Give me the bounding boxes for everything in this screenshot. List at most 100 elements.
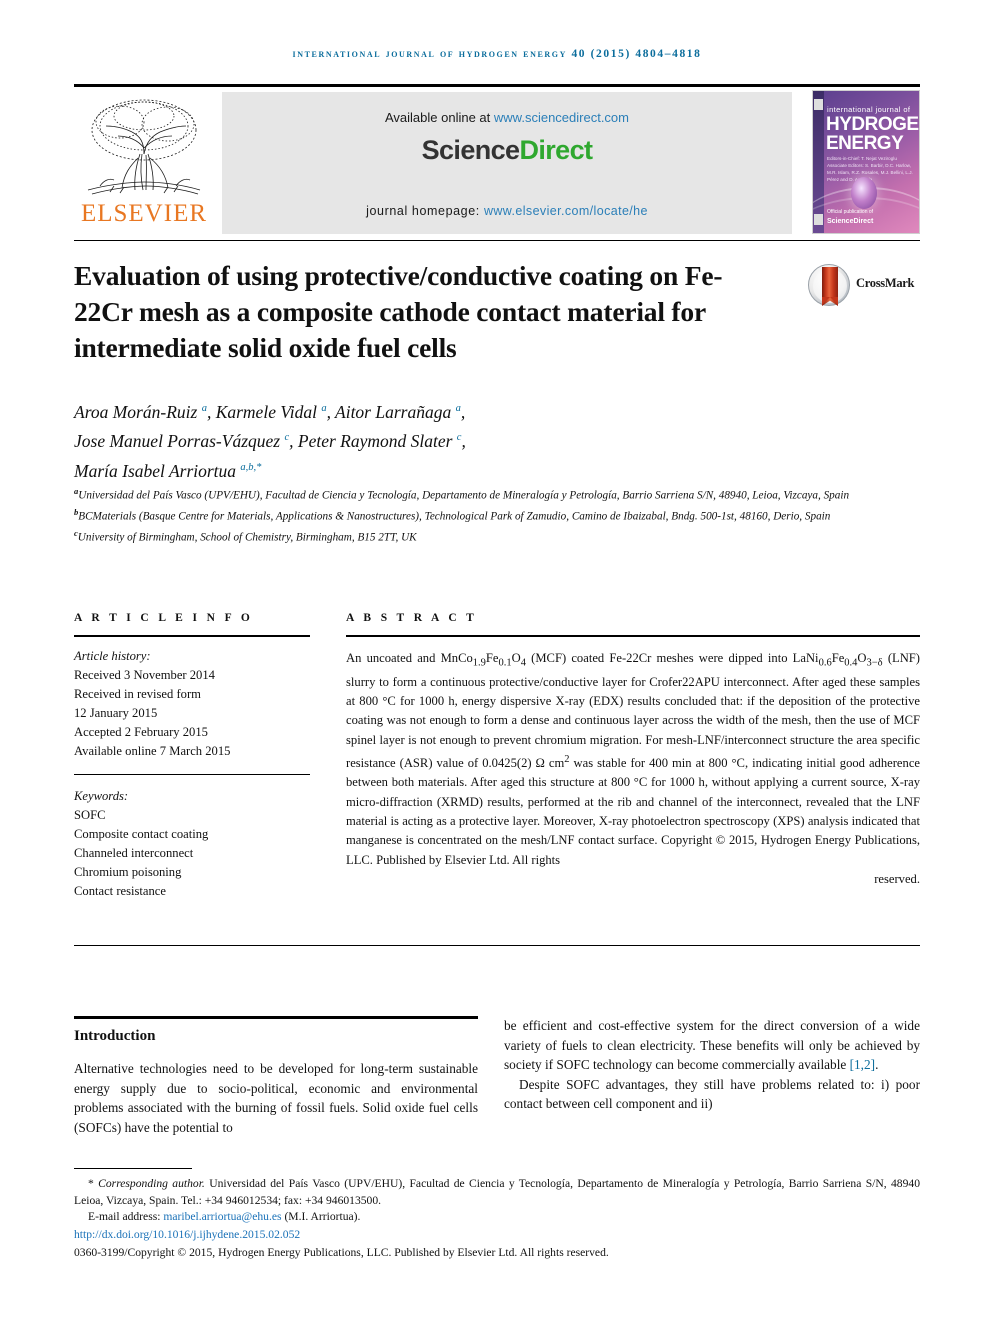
intro-paragraph: Alternative technologies need to be deve… — [74, 1061, 478, 1135]
cover-spine-mark-top — [814, 99, 823, 110]
affiliation-text: BCMaterials (Basque Centre for Materials… — [78, 510, 831, 523]
abstract-heading: A B S T R A C T — [346, 612, 478, 624]
author-line2-comma: , — [461, 431, 466, 452]
available-online-line: Available online at www.sciencedirect.co… — [222, 110, 792, 125]
article-history-block: Article history: Received 3 November 201… — [74, 647, 310, 761]
keyword-item: Composite contact coating — [74, 827, 209, 841]
corresponding-author-mark: * — [88, 1177, 94, 1190]
affiliation-item: bBCMaterials (Basque Centre for Material… — [74, 504, 920, 525]
intro-top-rule — [74, 1016, 478, 1019]
formula-mcf-o: O — [511, 651, 521, 665]
cover-kicker: international journal of — [827, 105, 911, 114]
keyword-item: Chromium poisoning — [74, 865, 182, 879]
intro-paragraph-cont: be efficient and cost-effective system f… — [504, 1016, 920, 1075]
intro-left-text: Alternative technologies need to be deve… — [74, 1059, 478, 1137]
intro-right-column: be efficient and cost-effective system f… — [504, 1016, 920, 1114]
sciencedirect-word-science: Science — [421, 135, 520, 165]
sciencedirect-word-direct: Direct — [519, 135, 593, 165]
crossmark-icon — [808, 264, 850, 306]
keyword-item: Contact resistance — [74, 884, 166, 898]
crossmark-badge[interactable]: CrossMark — [808, 264, 916, 308]
author-arriortua: María Isabel Arriortua — [74, 460, 241, 481]
elsevier-tree-icon — [87, 99, 201, 195]
sciencedirect-wordmark: ScienceDirect — [222, 135, 792, 166]
cover-orb-graphic — [851, 177, 877, 209]
article-history-item: 12 January 2015 — [74, 706, 158, 720]
doi-link[interactable]: http://dx.doi.org/10.1016/j.ijhydene.201… — [74, 1227, 920, 1244]
formula-lnf-o: O — [857, 651, 867, 665]
journal-homepage-label: journal homepage: — [366, 204, 484, 218]
intro-right-seg-b: . — [875, 1057, 879, 1073]
abstract-bottom-rule — [74, 945, 920, 946]
email-label: E-mail address: — [88, 1210, 164, 1224]
formula-lnf-sub2: 0.4 — [844, 657, 858, 669]
email-link[interactable]: maribel.arriortua@ehu.es — [163, 1210, 281, 1223]
intro-heading: Introduction — [74, 1028, 156, 1044]
formula-lnf-sub1: 0.6 — [818, 657, 832, 669]
available-online-prefix: Available online at — [384, 110, 494, 125]
article-info-column: A R T I C L E I N F O Article history: R… — [74, 612, 310, 901]
author-line-3: María Isabel Arriortua a,b,* — [74, 455, 834, 484]
article-history-item: Available online 7 March 2015 — [74, 744, 231, 758]
abstract-rule — [346, 635, 920, 637]
email-suffix: (M.I. Arriortua). — [281, 1210, 361, 1224]
abstract-column: A B S T R A C T An uncoated and MnCo1.9F… — [346, 612, 920, 889]
affiliation-item: aUniversidad del País Vasco (UPV/EHU), F… — [74, 483, 920, 504]
affiliation-item: cUniversity of Birmingham, School of Che… — [74, 525, 920, 546]
cover-footer-label: Official publication of — [827, 208, 874, 215]
formula-lnf-fe: Fe — [831, 651, 845, 665]
footnote-rule — [74, 1168, 192, 1169]
article-history-item: Accepted 2 February 2015 — [74, 725, 208, 739]
author-line1-comma: , — [460, 401, 466, 422]
formula-mcf-sub2: 0.1 — [498, 657, 512, 669]
keywords-divider — [74, 774, 310, 775]
cover-footer-brand: ScienceDirect — [827, 217, 874, 225]
journal-homepage-line: journal homepage: www.elsevier.com/locat… — [222, 204, 792, 218]
cover-title-energy: ENERGY — [826, 133, 904, 154]
corresponding-author-label: Corresponding author. — [98, 1177, 205, 1190]
affiliation-text: Universidad del País Vasco (UPV/EHU), Fa… — [78, 489, 850, 502]
article-history-item: Received in revised form — [74, 687, 201, 701]
keywords-label: Keywords: — [74, 789, 129, 803]
author-line-1: Aroa Morán-Ruiz a, Karmele Vidal a, Aito… — [74, 396, 834, 425]
running-head: international journal of hydrogen energy… — [292, 48, 702, 60]
keyword-item: Channeled interconnect — [74, 846, 194, 860]
header-rule — [74, 84, 920, 87]
formula-lnf-sub3: 3−δ — [866, 657, 883, 669]
article-info-rule — [74, 635, 310, 637]
sciencedirect-panel: Available online at www.sciencedirect.co… — [222, 92, 792, 234]
abstract-seg-3: (LNF) slurry to form a continuous protec… — [346, 651, 921, 771]
author-affil-mark-corresponding: a,b,* — [240, 461, 262, 473]
page-title: Evaluation of using protective/conductiv… — [74, 260, 723, 363]
author-porras-vázquez: Jose Manuel Porras-Vázquez — [74, 431, 285, 452]
intro-paragraph-2: Despite SOFC advantages, they still have… — [504, 1076, 920, 1112]
abstract-text: An uncoated and MnCo1.9Fe0.1O4 (MCF) coa… — [346, 649, 920, 889]
article-history-item: Received 3 November 2014 — [74, 668, 215, 682]
citation-link[interactable]: [1,2] — [850, 1057, 875, 1072]
intro-left-column: Introduction Alternative technologies ne… — [74, 1016, 478, 1137]
journal-homepage-link[interactable]: www.elsevier.com/locate/he — [484, 204, 648, 218]
crossmark-ribbon-icon — [822, 267, 838, 305]
masthead-bottom-rule — [74, 240, 920, 241]
abstract-copyright-last: reserved. — [874, 871, 920, 886]
affiliation-list: aUniversidad del País Vasco (UPV/EHU), F… — [74, 483, 920, 546]
elsevier-wordmark: ELSEVIER — [80, 200, 208, 227]
author-morán-ruiz: Aroa Morán-Ruiz — [74, 401, 202, 422]
abstract-seg-1: An uncoated and MnCo — [346, 651, 473, 665]
formula-mcf-fe: Fe — [485, 651, 499, 665]
elsevier-logo: ELSEVIER — [74, 90, 214, 235]
sciencedirect-link[interactable]: www.sciencedirect.com — [494, 110, 629, 125]
author-vidal: , Karmele Vidal — [206, 401, 322, 422]
crossmark-label: CrossMark — [856, 276, 915, 290]
affiliation-text: University of Birmingham, School of Chem… — [77, 532, 417, 545]
keywords-block: Keywords: SOFC Composite contact coating… — [74, 787, 310, 901]
author-slater: , Peter Raymond Slater — [289, 431, 457, 452]
author-larrañaga: , Aitor Larrañaga — [326, 401, 456, 422]
journal-cover-thumbnail: international journal of HYDROGEN ENERGY… — [812, 90, 920, 234]
cover-title-hydrogen: HYDROGEN — [826, 114, 919, 135]
intro-right-text: be efficient and cost-effective system f… — [504, 1016, 920, 1114]
paper-page: international journal of hydrogen energy… — [0, 0, 992, 1323]
email-line: E-mail address: maribel.arriortua@ehu.es… — [74, 1209, 920, 1226]
keyword-item: SOFC — [74, 808, 106, 822]
author-line-2: Jose Manuel Porras-Vázquez c, Peter Raym… — [74, 425, 834, 454]
